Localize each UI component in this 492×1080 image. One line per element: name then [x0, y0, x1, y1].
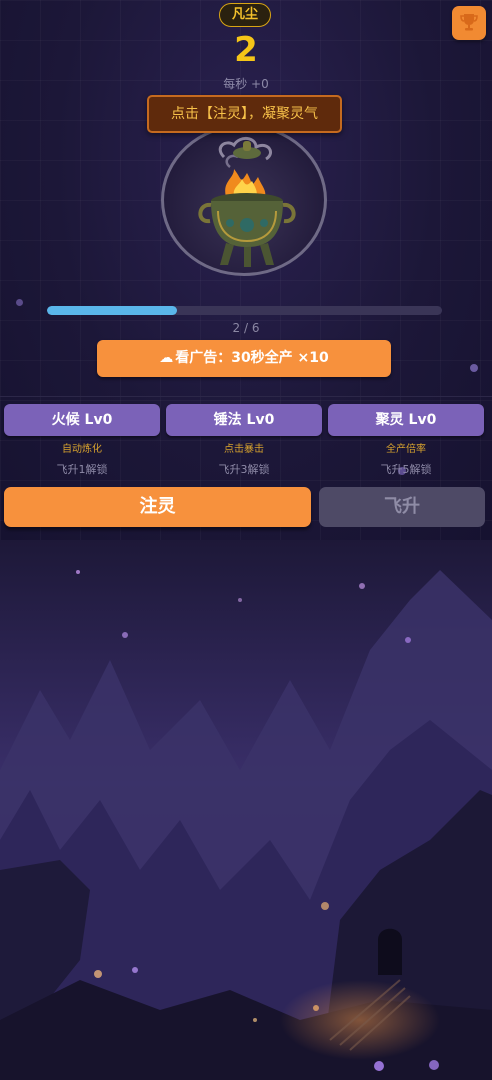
divider [0, 396, 492, 397]
upgrade-desc-huohou: 自动炼化 [62, 444, 102, 455]
spirit-score: 2 [234, 30, 258, 70]
cauldron-button[interactable] [161, 124, 327, 276]
unlock-requirement-juling: 飞升5解锁 [380, 463, 432, 476]
game-panel: 凡尘 2 每秒 +0 点击【注灵】，凝聚灵气 2 / 6 ☁ 看广告：30秒全产… [0, 0, 492, 540]
background-scenery [0, 540, 492, 1080]
sparkle [16, 299, 23, 306]
inject-spirit-button[interactable]: 注灵 [4, 487, 311, 527]
progress-fill [47, 306, 178, 315]
hint-bubble: 点击【注灵】，凝聚灵气 [147, 95, 342, 133]
rate-per-second: 每秒 +0 [223, 77, 269, 91]
progress-text: 2 / 6 [232, 321, 260, 335]
unlock-requirement-huohou: 飞升1解锁 [56, 463, 108, 476]
upgrade-desc-juling: 全产倍率 [386, 444, 426, 455]
watch-ad-label: 看广告：30秒全产 ×10 [175, 350, 329, 366]
upgrade-desc-chuifa: 点击暴击 [224, 444, 264, 455]
cauldron-icon [198, 137, 296, 267]
mountain-landscape [0, 540, 492, 1080]
upgrade-button-chuifa[interactable]: 锤法 Lv0 [166, 404, 322, 436]
watch-ad-button[interactable]: ☁ 看广告：30秒全产 ×10 [97, 340, 391, 377]
unlock-requirement-chuifa: 飞升3解锁 [218, 463, 270, 476]
cloud-icon: ☁ [159, 350, 174, 366]
upgrade-button-juling[interactable]: 聚灵 Lv0 [328, 404, 484, 436]
sparkle [470, 364, 478, 372]
progress-bar [47, 306, 442, 315]
ascend-button[interactable]: 飞升 [319, 487, 485, 527]
upgrade-button-huohou[interactable]: 火候 Lv0 [4, 404, 160, 436]
realm-badge: 凡尘 [219, 3, 271, 27]
